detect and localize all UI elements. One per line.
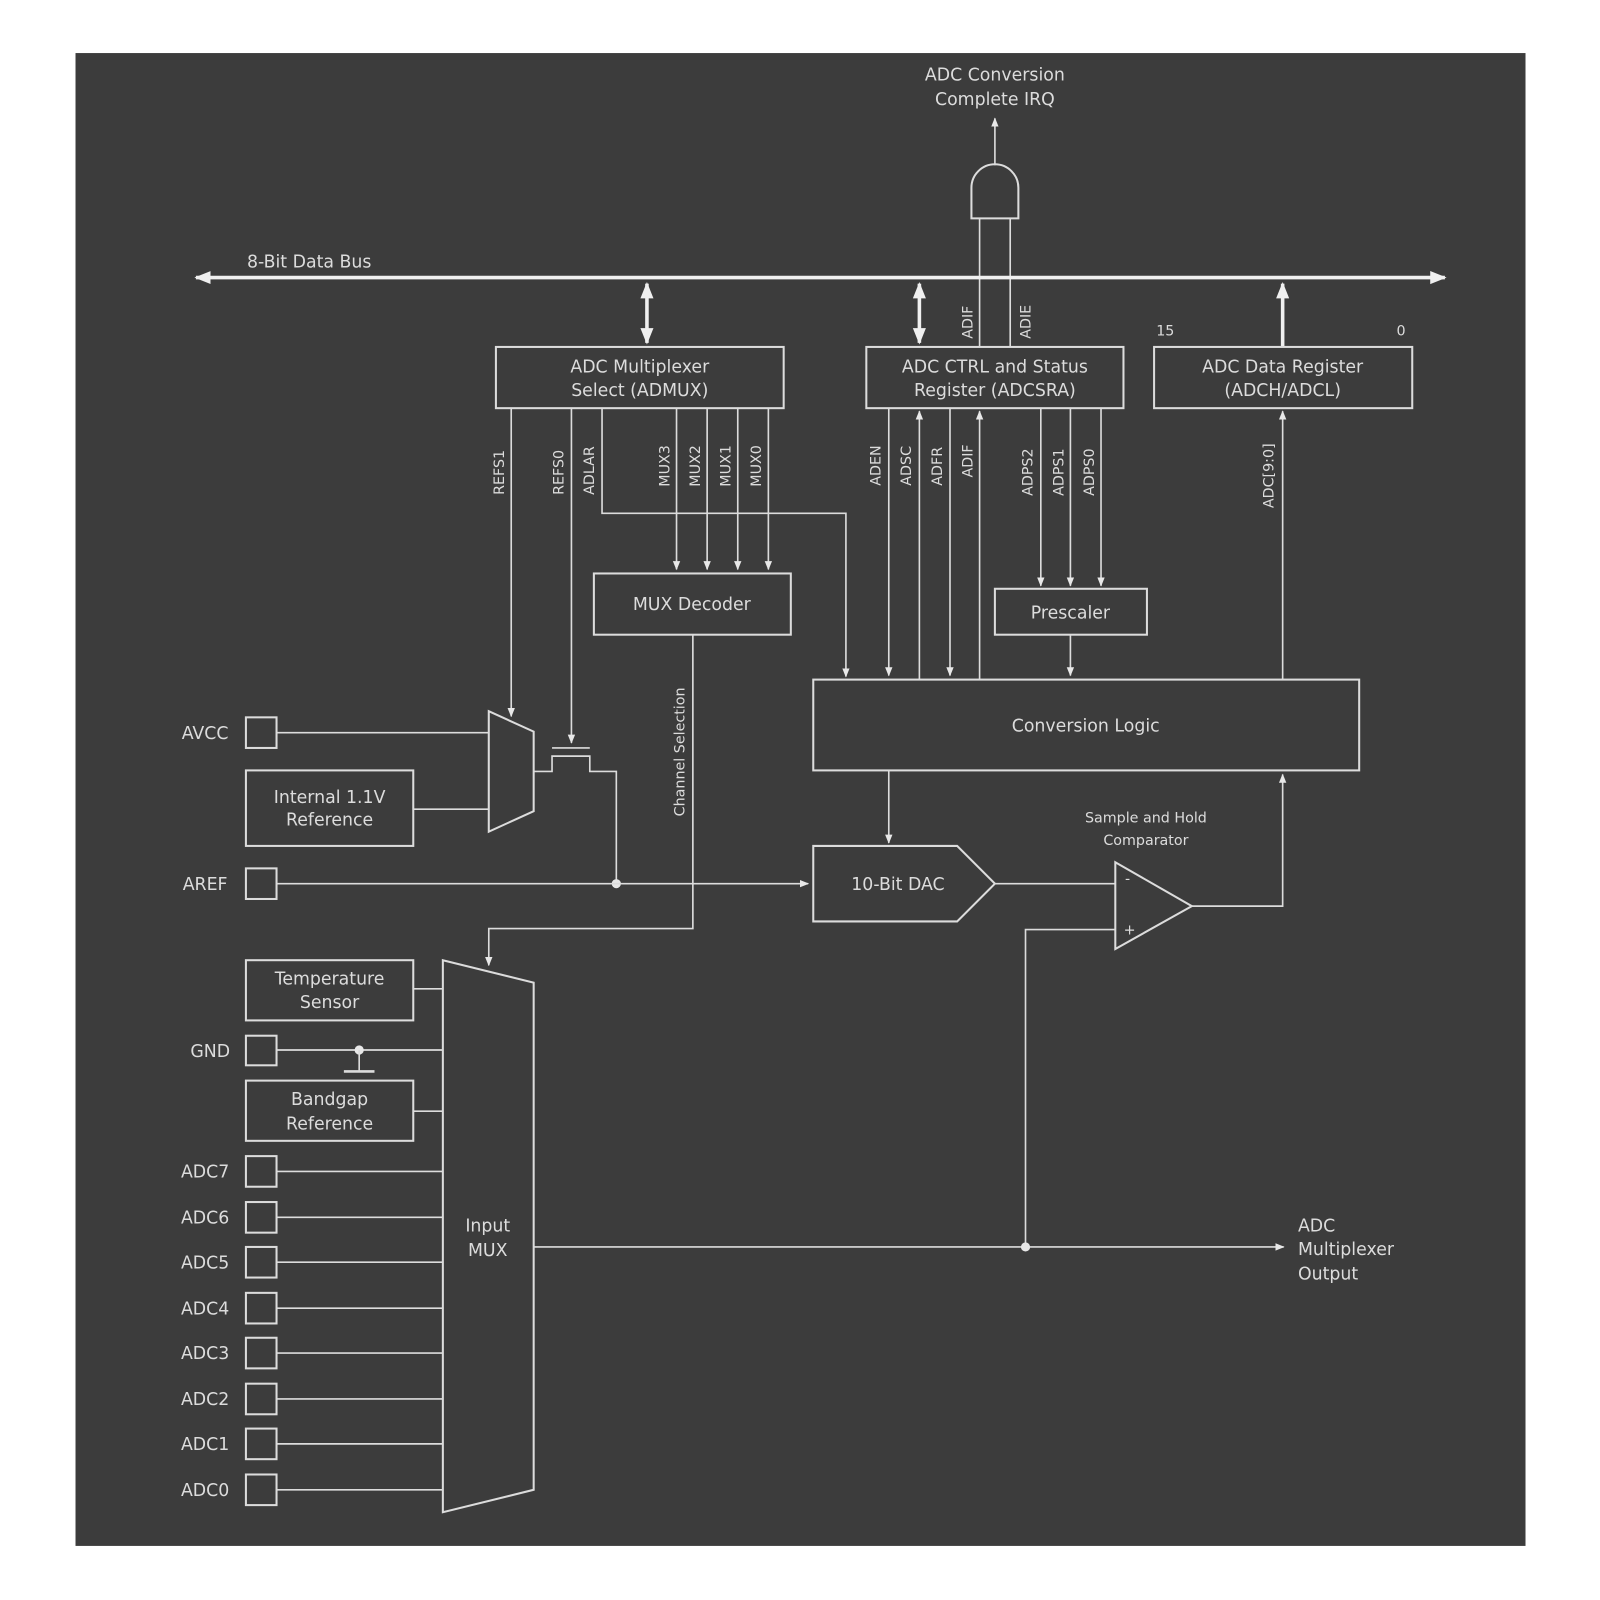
adc-pin-label: ADC3 [181,1344,229,1364]
aden-label: ADEN [869,445,885,485]
adlar-label: ADLAR [582,446,598,495]
mux0-label: MUX0 [749,445,765,487]
admux-label-2: Select (ADMUX) [571,381,708,401]
datareg-label-2: (ADCH/ADCL) [1224,381,1341,401]
output-label-1: ADC [1298,1217,1335,1237]
adif-status-label: ADIF [960,444,976,477]
adfr-label: ADFR [930,447,946,486]
internal-ref-label-1: Internal 1.1V [274,788,386,808]
adps0-label: ADPS0 [1082,448,1098,495]
temp-sensor-label-1: Temperature [274,970,385,990]
output-label-3: Output [1298,1265,1358,1285]
adps2-label: ADPS2 [1021,448,1037,495]
aref-label: AREF [183,875,228,895]
output-junction [1020,1242,1031,1252]
datareg-msb: 15 [1156,324,1174,340]
mux3-label: MUX3 [657,445,673,487]
adc-block-diagram: ADC Conversion Complete IRQ ADIF ADIE 8-… [75,53,1526,1546]
internal-ref-label-2: Reference [286,811,373,831]
input-mux-label-2: MUX [468,1241,508,1261]
irq-label-1: ADC Conversion [925,66,1065,86]
data-bus-label: 8-Bit Data Bus [247,252,371,272]
adc-pin-label: ADC2 [181,1390,229,1410]
admux-label-1: ADC Multiplexer [570,357,710,377]
adif-irq-label: ADIF [960,306,976,339]
output-label-2: Multiplexer [1298,1240,1395,1260]
avcc-label: AVCC [182,724,229,744]
adie-label: ADIE [1019,305,1035,339]
adcsra-label-1: ADC CTRL and Status [902,357,1088,377]
adc-pin-label: ADC4 [181,1299,229,1319]
comparator-label-1: Sample and Hold [1085,810,1207,826]
adcsra-label-2: Register (ADCSRA) [914,381,1076,401]
mux-decoder-label: MUX Decoder [633,595,752,615]
gnd-label: GND [190,1042,230,1062]
adc-result-label: ADC[9:0] [1261,443,1277,508]
adps1-label: ADPS1 [1051,448,1067,495]
comparator-minus: - [1125,872,1130,888]
channel-selection-label: Channel Selection [673,687,689,816]
temp-sensor-label-2: Sensor [300,993,360,1013]
input-mux-label-1: Input [465,1217,510,1237]
mux1-label: MUX1 [719,445,735,487]
bandgap-label-2: Reference [286,1115,373,1135]
mux2-label: MUX2 [688,445,704,487]
refs0-label: REFS0 [551,450,567,495]
bandgap-label-1: Bandgap [291,1090,368,1110]
datareg-lsb: 0 [1396,324,1405,340]
prescaler-label: Prescaler [1031,603,1111,623]
comparator-label-2: Comparator [1103,833,1188,849]
irq-label-2: Complete IRQ [935,90,1055,110]
datareg-label-1: ADC Data Register [1202,357,1364,377]
adc-pin-label: ADC5 [181,1253,229,1273]
dac-label: 10-Bit DAC [851,875,944,895]
adc-pin-label: ADC6 [181,1208,229,1228]
conversion-logic-label: Conversion Logic [1012,717,1160,737]
adc-pin-label: ADC7 [181,1163,229,1183]
adc-pin-label: ADC1 [181,1435,229,1455]
comparator-plus: + [1124,923,1136,939]
refs1-label: REFS1 [492,450,508,495]
adsc-label: ADSC [899,446,915,486]
adc-pin-label: ADC0 [181,1481,229,1501]
